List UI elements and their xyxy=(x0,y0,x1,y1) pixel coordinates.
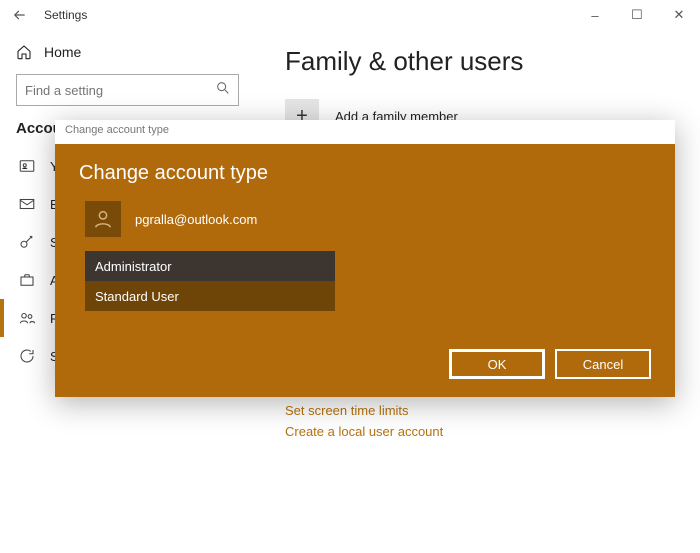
search-field[interactable] xyxy=(16,74,239,106)
people-icon xyxy=(18,309,36,327)
close-button[interactable]: ✕ xyxy=(658,0,700,30)
key-icon xyxy=(18,233,36,251)
window-title: Settings xyxy=(44,8,87,22)
dropdown-option-admin[interactable]: Administrator xyxy=(85,251,335,281)
sidebar-home[interactable]: Home xyxy=(16,38,239,74)
search-input[interactable] xyxy=(16,74,239,106)
window-controls: – ☐ ✕ xyxy=(574,0,700,30)
link-screen-time[interactable]: Set screen time limits xyxy=(285,403,670,418)
user-row: pgralla@outlook.com xyxy=(85,201,651,237)
link-local-account[interactable]: Create a local user account xyxy=(285,424,670,439)
arrow-left-icon xyxy=(13,8,27,22)
dialog-heading: Change account type xyxy=(79,162,651,185)
titlebar: Settings – ☐ ✕ xyxy=(0,0,700,30)
mail-icon xyxy=(18,195,36,213)
search-icon xyxy=(215,80,231,99)
home-icon xyxy=(16,44,32,60)
dropdown-option-standard[interactable]: Standard User xyxy=(85,281,335,311)
change-account-type-dialog: Change account type Change account type … xyxy=(55,120,675,397)
sidebar-home-label: Home xyxy=(44,44,81,60)
maximize-button[interactable]: ☐ xyxy=(616,0,658,30)
page-title: Family & other users xyxy=(285,46,670,77)
person-icon xyxy=(92,208,114,230)
dialog-titlebar: Change account type xyxy=(55,120,675,144)
back-button[interactable] xyxy=(8,3,32,27)
cancel-button[interactable]: Cancel xyxy=(555,349,651,379)
minimize-button[interactable]: – xyxy=(574,0,616,30)
id-card-icon xyxy=(18,157,36,175)
avatar xyxy=(85,201,121,237)
sync-icon xyxy=(18,347,36,365)
briefcase-icon xyxy=(18,271,36,289)
user-email: pgralla@outlook.com xyxy=(135,212,257,227)
ok-button[interactable]: OK xyxy=(449,349,545,379)
account-type-dropdown[interactable]: Administrator Standard User xyxy=(85,251,335,311)
